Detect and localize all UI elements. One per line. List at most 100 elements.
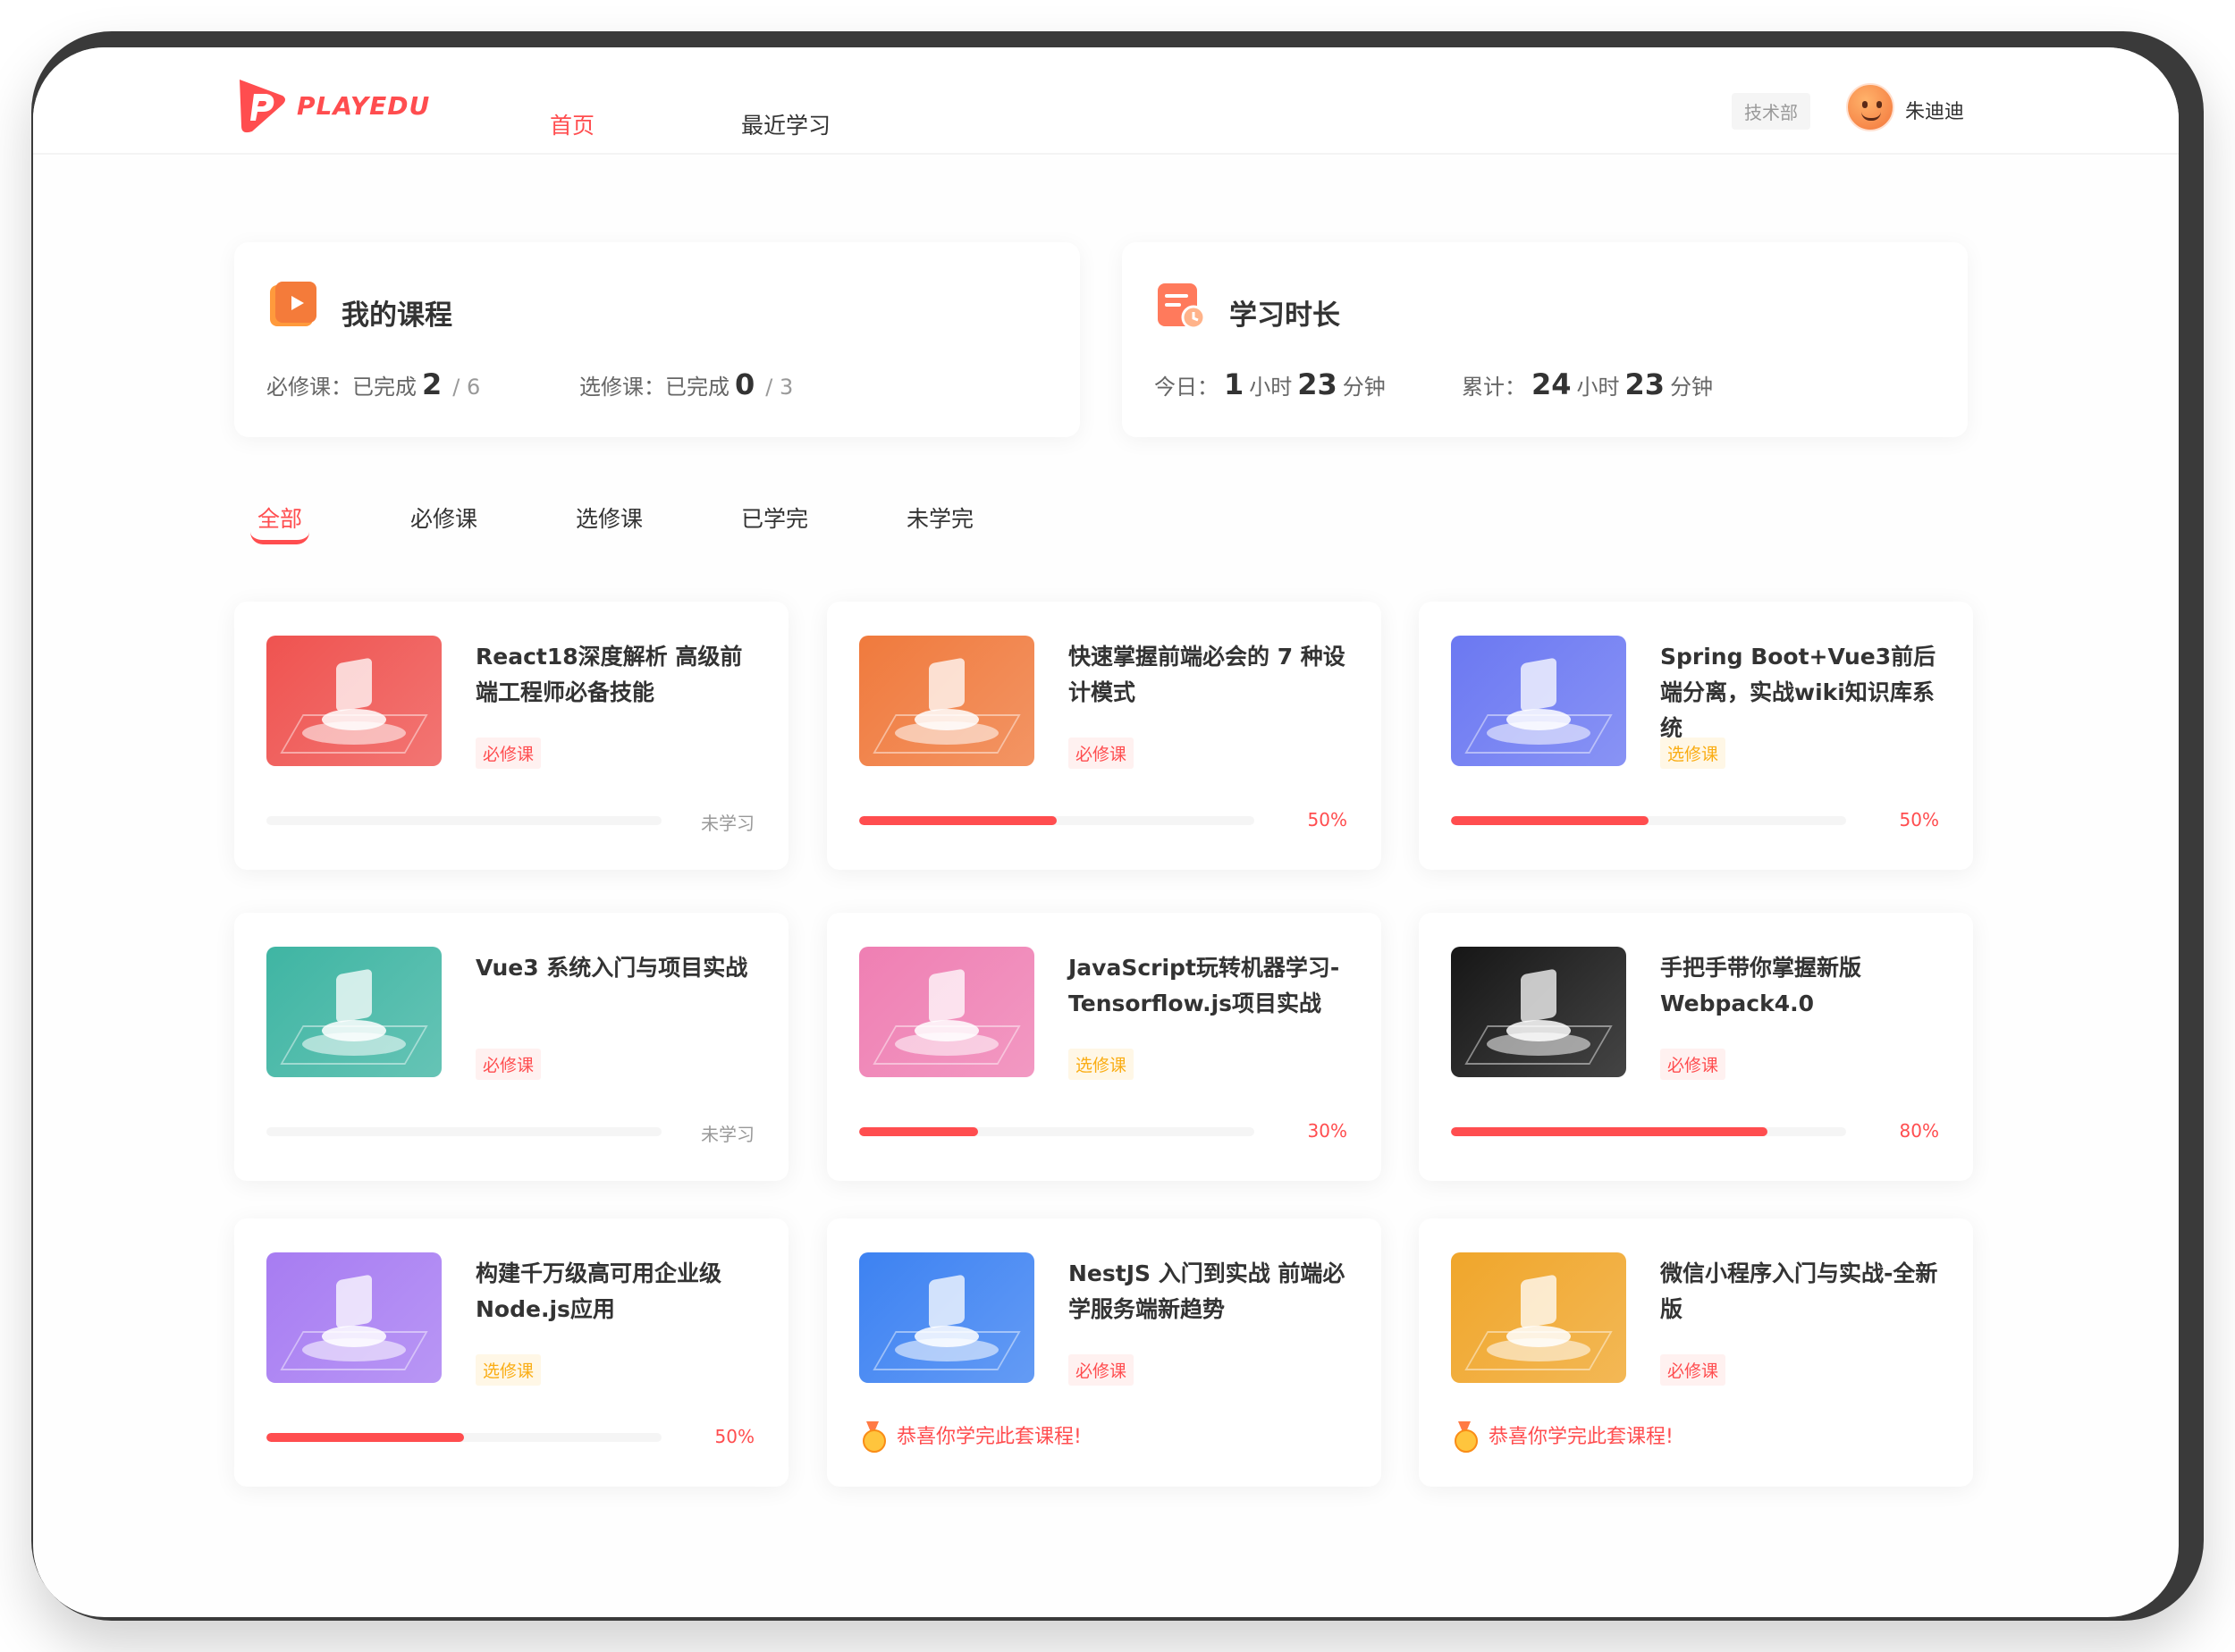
course-progress-bar	[266, 1433, 662, 1442]
nav-recent-study[interactable]: 最近学习	[741, 108, 831, 140]
today-label: 今日：	[1154, 375, 1219, 400]
course-card[interactable]: Spring Boot+Vue3前后端分离，实战wiki知识库系统 选修课 50%	[1419, 602, 1973, 870]
course-progress-bar	[1451, 1127, 1846, 1136]
course-progress-fill	[1451, 1127, 1767, 1136]
thumbnail-illustration-obj	[929, 968, 965, 1024]
course-thumbnail[interactable]	[266, 1252, 442, 1383]
logo-text: PLAYEDU	[297, 90, 431, 121]
course-progress-text: 未学习	[701, 1124, 755, 1145]
hour-unit: 小时	[1249, 375, 1293, 400]
course-progress-text: 50%	[1307, 809, 1347, 830]
course-card[interactable]: 构建千万级高可用企业级Node.js应用 选修课 50%	[234, 1218, 789, 1487]
total-hours: 24	[1531, 367, 1572, 401]
minute-unit: 分钟	[1670, 375, 1714, 400]
course-type-badge: 必修课	[476, 1049, 542, 1080]
course-progress-fill	[859, 816, 1057, 825]
course-card[interactable]: 快速掌握前端必会的 7 种设计模式必修课 50%	[827, 602, 1381, 870]
course-title[interactable]: React18深度解析 高级前端工程师必备技能	[476, 639, 762, 711]
course-thumbnail[interactable]	[859, 947, 1034, 1077]
course-thumbnail[interactable]	[1451, 1252, 1626, 1383]
tab-unfinished[interactable]: 未学完	[907, 502, 974, 534]
course-complete-message: 恭喜你学完此套课程!	[1453, 1420, 1674, 1453]
thumbnail-illustration-obj	[1521, 657, 1556, 712]
elective-label: 选修课：已完成	[579, 375, 730, 400]
tab-all[interactable]: 全部	[257, 502, 302, 534]
avatar-eye-icon	[1862, 101, 1868, 108]
tab-required[interactable]: 必修课	[410, 502, 477, 534]
today-minutes: 23	[1297, 367, 1337, 401]
course-progress-bar	[266, 816, 662, 825]
avatar[interactable]	[1846, 83, 1894, 131]
course-progress-fill	[859, 1127, 978, 1136]
thumbnail-illustration-obj	[336, 968, 372, 1024]
department-badge[interactable]: 技术部	[1732, 93, 1810, 130]
course-title[interactable]: Spring Boot+Vue3前后端分离，实战wiki知识库系统	[1660, 639, 1946, 746]
course-title[interactable]: NestJS 入门到实战 前端必学服务端新趋势	[1068, 1256, 1354, 1328]
thumbnail-illustration-obj	[929, 1274, 965, 1329]
thumbnail-illustration-base2	[915, 709, 979, 730]
course-card[interactable]: NestJS 入门到实战 前端必学服务端新趋势必修课恭喜你学完此套课程!	[827, 1218, 1381, 1487]
course-card[interactable]: Vue3 系统入门与项目实战必修课未学习	[234, 913, 789, 1181]
course-thumbnail[interactable]	[1451, 947, 1626, 1077]
today-hours: 1	[1224, 367, 1244, 401]
course-card[interactable]: 手把手带你掌握新版Webpack4.0 必修课 80%	[1419, 913, 1973, 1181]
user-name[interactable]: 朱迪迪	[1905, 96, 1964, 124]
tab-active-indicator	[250, 532, 309, 544]
course-progress-text: 50%	[1899, 809, 1939, 830]
required-label: 必修课：已完成	[266, 375, 417, 400]
course-title[interactable]: 微信小程序入门与实战-全新版	[1660, 1256, 1946, 1328]
hour-unit: 小时	[1576, 375, 1620, 400]
course-title[interactable]: Vue3 系统入门与项目实战	[476, 950, 762, 986]
total-duration: 累计： 24 小时 23 分钟	[1462, 367, 1713, 401]
nav-home[interactable]: 首页	[550, 108, 595, 140]
thumbnail-illustration-base2	[915, 1326, 979, 1347]
thumbnail-illustration-obj	[1521, 968, 1556, 1024]
thumbnail-illustration-obj	[336, 657, 372, 712]
thumbnail-illustration-base2	[1506, 1020, 1571, 1041]
elective-progress: 选修课：已完成 0 / 3	[579, 367, 793, 401]
course-card[interactable]: JavaScript玩转机器学习-Tensorflow.js项目实战 选修课 30%	[827, 913, 1381, 1181]
course-complete-message: 恭喜你学完此套课程!	[861, 1420, 1082, 1453]
course-progress-text: 未学习	[701, 813, 755, 834]
course-thumbnail[interactable]	[266, 636, 442, 766]
course-thumbnail[interactable]	[859, 1252, 1034, 1383]
course-thumbnail[interactable]	[266, 947, 442, 1077]
course-card[interactable]: 微信小程序入门与实战-全新版必修课恭喜你学完此套课程!	[1419, 1218, 1973, 1487]
avatar-mouth-icon	[1861, 112, 1881, 121]
course-type-badge: 必修课	[1660, 1354, 1726, 1386]
course-complete-text: 恭喜你学完此套课程!	[1489, 1426, 1674, 1448]
study-duration-card: 学习时长 今日： 1 小时 23 分钟 累计： 24 小时 23 分钟	[1122, 242, 1968, 437]
top-header: PLAYEDU 首页 最近学习 技术部 朱迪迪	[33, 47, 2179, 155]
avatar-eye-icon	[1877, 101, 1882, 108]
tab-finished[interactable]: 已学完	[741, 502, 808, 534]
logo[interactable]: PLAYEDU	[234, 76, 430, 135]
course-thumbnail[interactable]	[1451, 636, 1626, 766]
minute-unit: 分钟	[1342, 375, 1386, 400]
course-title[interactable]: 快速掌握前端必会的 7 种设计模式	[1068, 639, 1354, 711]
course-card[interactable]: React18深度解析 高级前端工程师必备技能 必修课 未学习	[234, 602, 789, 870]
course-type-badge: 必修课	[1068, 1354, 1134, 1386]
course-progress-bar	[1451, 816, 1846, 825]
course-type-badge: 必修课	[1068, 738, 1134, 769]
course-progress-text: 80%	[1899, 1120, 1939, 1142]
course-type-badge: 必修课	[1660, 1049, 1726, 1080]
course-thumbnail[interactable]	[859, 636, 1034, 766]
course-title[interactable]: 构建千万级高可用企业级Node.js应用	[476, 1256, 762, 1328]
course-type-badge: 选修课	[476, 1354, 542, 1386]
today-duration: 今日： 1 小时 23 分钟	[1154, 367, 1386, 401]
thumbnail-illustration-base2	[1506, 709, 1571, 730]
playedu-logo-icon	[240, 80, 285, 133]
thumbnail-illustration-obj	[1521, 1274, 1556, 1329]
my-courses-card: 我的课程 必修课：已完成 2 / 6 选修课：已完成 0 / 3	[234, 242, 1080, 437]
device-frame: PLAYEDU 首页 最近学习 技术部 朱迪迪 我的课程 必修课：已完成 2 / 6	[31, 31, 2204, 1621]
course-progress-bar	[266, 1127, 662, 1136]
course-title[interactable]: 手把手带你掌握新版Webpack4.0	[1660, 950, 1946, 1022]
course-complete-text: 恭喜你学完此套课程!	[897, 1426, 1082, 1448]
calendar-clock-icon	[1158, 283, 1206, 330]
tab-elective[interactable]: 选修课	[576, 502, 643, 534]
required-progress: 必修课：已完成 2 / 6	[266, 367, 480, 401]
medal-icon	[1453, 1421, 1478, 1453]
total-minutes: 23	[1624, 367, 1666, 401]
course-title[interactable]: JavaScript玩转机器学习-Tensorflow.js项目实战	[1068, 950, 1354, 1022]
study-duration-title: 学习时长	[1229, 299, 1340, 332]
